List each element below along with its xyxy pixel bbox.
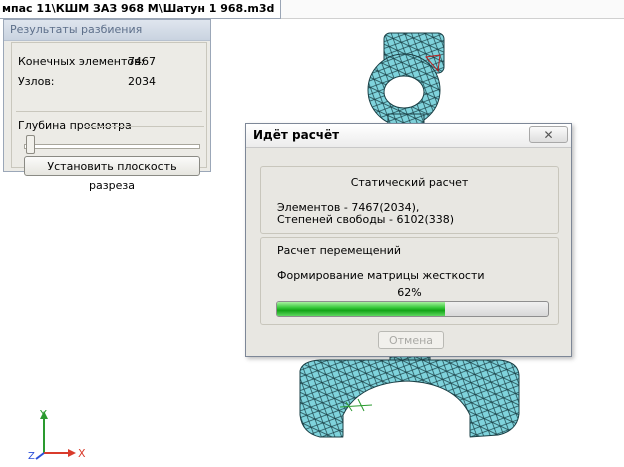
final-elements-row: Конечных элементов: 7467 (18, 55, 156, 68)
axis-gizmo: Y X Z (28, 408, 86, 462)
final-elements-value: 7467 (128, 55, 156, 68)
separator (16, 111, 202, 112)
progress-bar-fill (277, 302, 446, 316)
analysis-type-heading: Статический расчет (350, 176, 469, 189)
window-titlebar: мпас 11\КШМ ЗАЗ 968 М\Шатун 1 968.m3d (0, 0, 624, 19)
document-tab[interactable]: мпас 11\КШМ ЗАЗ 968 М\Шатун 1 968.m3d (0, 0, 282, 19)
stage-label: Расчет перемещений (277, 244, 401, 257)
close-icon: ✕ (543, 128, 554, 142)
y-axis-label: Y (39, 408, 47, 421)
nodes-value: 2034 (128, 75, 156, 88)
calculation-dialog: Идёт расчёт ✕ Статический расчет Элемент… (245, 123, 572, 357)
depth-slider-track[interactable] (24, 144, 200, 149)
x-axis-arrow (68, 449, 76, 457)
panel-content: Конечных элементов: 7467 Узлов: 2034 Глу… (11, 42, 207, 192)
set-section-plane-button[interactable]: Установить плоскость разреза (24, 156, 200, 192)
mesh-results-panel: Результаты разбиения Конечных элементов:… (3, 19, 211, 192)
depth-group-line (84, 126, 204, 127)
progress-box: Расчет перемещений Формирование матрицы … (260, 237, 559, 325)
depth-slider-thumb[interactable] (26, 135, 35, 154)
x-axis-label: X (78, 447, 86, 460)
degrees-of-freedom: Степеней свободы - 6102(338) (277, 213, 455, 226)
dialog-title: Идёт расчёт (246, 124, 571, 148)
nodes-label: Узлов: (18, 75, 55, 88)
final-elements-label: Конечных элементов: (18, 55, 145, 68)
progress-percent: 62% (397, 286, 422, 299)
small-end-mesh (367, 32, 445, 135)
progress-bar (276, 301, 549, 317)
panel-title: Результаты разбиения (4, 20, 210, 41)
close-button[interactable]: ✕ (529, 126, 568, 143)
big-end-mesh (299, 355, 520, 439)
z-axis-line (35, 452, 45, 460)
z-axis-label: Z (28, 451, 35, 462)
substage-label: Формирование матрицы жесткости (277, 269, 485, 282)
cancel-button[interactable]: Отмена (378, 331, 444, 349)
analysis-info-box: Статический расчет Элементов - 7467(2034… (260, 166, 559, 234)
nodes-row: Узлов: 2034 (18, 75, 156, 88)
